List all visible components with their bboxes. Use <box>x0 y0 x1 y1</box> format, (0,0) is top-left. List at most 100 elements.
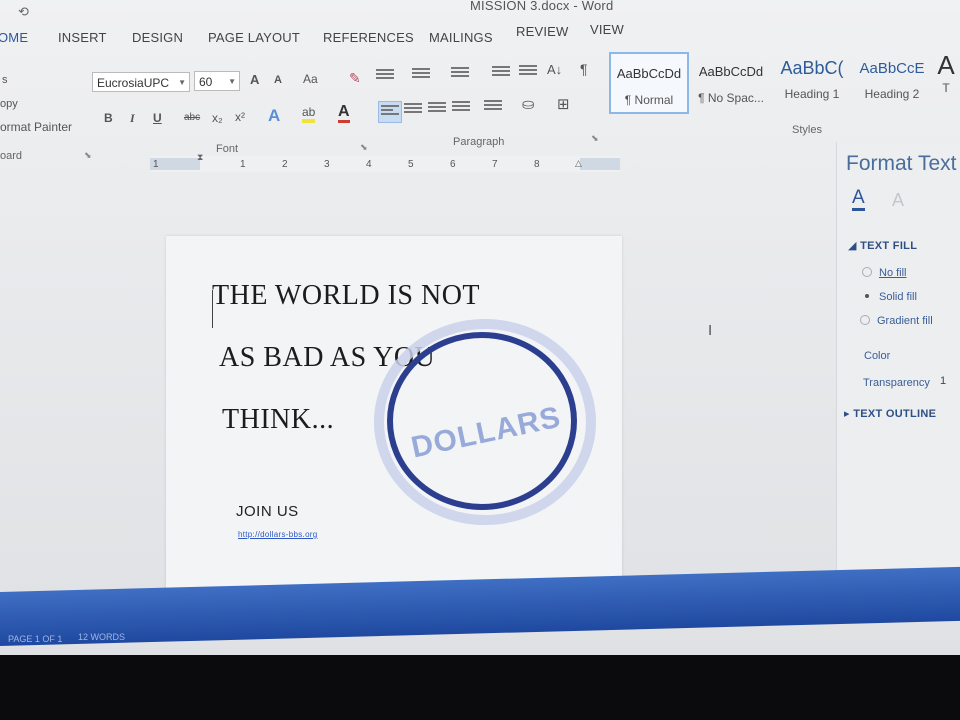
text-fill-section[interactable]: ◢ TEXT FILL <box>848 239 917 252</box>
radio-icon <box>862 267 872 277</box>
style-name: T <box>942 81 950 95</box>
text-fill-label: TEXT FILL <box>860 240 918 252</box>
text-outline-section[interactable]: ▸ TEXT OUTLINE <box>844 407 936 420</box>
style-name: Heading 1 <box>784 87 840 101</box>
tab-page-layout[interactable]: PAGE LAYOUT <box>208 30 300 45</box>
grow-font-button[interactable]: A <box>250 72 259 87</box>
ruler-number: 5 <box>408 159 414 170</box>
format-painter-button[interactable]: ormat Painter <box>0 120 72 134</box>
align-center-icon[interactable] <box>404 103 422 117</box>
indent-marker-icon[interactable]: ⧗ <box>197 152 203 163</box>
numbering-icon[interactable] <box>412 68 430 82</box>
undo-redo-icon[interactable]: ⟲ <box>18 4 29 20</box>
increase-indent-icon[interactable] <box>519 65 537 79</box>
text-effects-button[interactable]: A <box>268 106 280 126</box>
multilevel-list-icon[interactable] <box>451 67 469 81</box>
subscript-button[interactable]: x₂ <box>212 111 223 125</box>
decrease-indent-icon[interactable] <box>492 66 510 80</box>
tab-home[interactable]: OME <box>0 30 28 45</box>
copy-button[interactable]: opy <box>0 98 18 110</box>
style-name: ¶ Normal <box>624 93 674 107</box>
gradient-fill-option[interactable]: Gradient fill <box>860 315 933 327</box>
tab-mailings[interactable]: MAILINGS <box>429 30 493 45</box>
right-indent-marker-icon[interactable]: △ <box>575 158 582 169</box>
ruler-number: 8 <box>534 159 540 170</box>
ruler-number: 1 <box>240 159 246 170</box>
font-color-button[interactable]: A <box>338 103 350 123</box>
justify-icon[interactable] <box>452 101 470 115</box>
stamp-text: DOLLARS <box>408 401 564 465</box>
style-preview: AaBbC( <box>780 58 844 78</box>
style-no-spacing[interactable]: AaBbCcDd ¶ No Spac... <box>692 52 770 114</box>
borders-icon[interactable]: ⊞ <box>557 95 570 113</box>
expand-triangle-icon: ▸ <box>844 408 854 420</box>
style-preview: AaBbCcDd <box>698 64 764 79</box>
ruler-number: 3 <box>324 159 330 170</box>
ribbon-tabs: OME INSERT DESIGN PAGE LAYOUT REFERENCES… <box>0 20 960 48</box>
font-launcher-icon[interactable]: ⬊ <box>360 142 368 153</box>
style-heading-2[interactable]: AaBbCcE Heading 2 <box>854 52 930 114</box>
sort-button[interactable]: A↓ <box>547 62 562 77</box>
ruler-number: 7 <box>492 159 498 170</box>
tab-references[interactable]: REFERENCES <box>323 30 414 45</box>
change-case-button[interactable]: Aa <box>303 72 318 86</box>
tab-view[interactable]: VIEW <box>590 22 624 37</box>
title-bar: ⟲ MISSION 3.docx - Word <box>0 0 960 20</box>
horizontal-ruler[interactable]: 1 ⧗ 1 2 3 4 5 6 7 8 △ <box>150 152 620 172</box>
style-heading-1[interactable]: AaBbC( Heading 1 <box>774 52 850 114</box>
color-label: Color <box>864 350 891 362</box>
line-spacing-icon[interactable] <box>484 100 502 114</box>
tab-insert[interactable]: INSERT <box>58 30 107 45</box>
style-preview: A <box>937 50 955 80</box>
ruler-number: 1 <box>153 159 159 170</box>
style-title[interactable]: A T <box>932 50 960 114</box>
join-us-text[interactable]: JOIN US <box>236 503 299 520</box>
document-line-1[interactable]: THE WORLD IS NOT <box>212 280 480 312</box>
solid-fill-option[interactable]: Solid fill <box>862 291 917 303</box>
bold-button[interactable]: B <box>104 111 113 125</box>
chevron-down-icon: ▼ <box>178 78 186 87</box>
italic-button[interactable]: I <box>130 111 135 126</box>
transparency-value[interactable]: 1 <box>940 375 946 387</box>
align-left-icon[interactable] <box>378 101 402 123</box>
font-group-label: Font <box>216 143 239 155</box>
font-size-value: 60 <box>199 75 213 89</box>
shading-icon[interactable]: ⛀ <box>522 95 535 113</box>
font-name-value: EucrosiaUPC <box>97 76 170 90</box>
no-fill-option[interactable]: No fill <box>862 267 907 279</box>
paste-caret-icon[interactable]: s <box>2 74 8 86</box>
word-window: ⟲ MISSION 3.docx - Word OME INSERT DESIG… <box>0 0 960 655</box>
ruler-number: 6 <box>450 159 456 170</box>
document-line-3[interactable]: THINK... <box>222 404 334 436</box>
paragraph-group-label: Paragraph <box>453 136 505 148</box>
shrink-font-button[interactable]: A <box>274 74 282 86</box>
paragraph-launcher-icon[interactable]: ⬊ <box>591 133 599 144</box>
text-fill-outline-tab-icon[interactable]: A <box>852 188 865 211</box>
text-effects-tab-icon[interactable]: A <box>892 190 904 211</box>
clipboard-launcher-icon[interactable]: ⬊ <box>84 150 92 161</box>
dollars-stamp[interactable]: DOLLARS <box>372 318 598 528</box>
clear-formatting-icon[interactable]: ✎ <box>349 70 361 87</box>
tab-review[interactable]: REVIEW <box>516 24 568 39</box>
font-name-select[interactable]: EucrosiaUPC ▼ <box>92 72 190 92</box>
show-formatting-button[interactable]: ¶ <box>580 61 588 77</box>
tab-design[interactable]: DESIGN <box>132 30 183 45</box>
style-normal[interactable]: AaBbCcDd ¶ Normal <box>609 52 689 114</box>
font-size-select[interactable]: 60 ▼ <box>194 71 240 91</box>
word-count-status[interactable]: 12 WORDS <box>78 632 125 642</box>
text-outline-label: TEXT OUTLINE <box>853 408 937 420</box>
website-link[interactable]: http://dollars-bbs.org <box>238 530 318 539</box>
align-right-icon[interactable] <box>428 102 446 116</box>
bullets-icon[interactable] <box>376 69 394 83</box>
styles-group-label: Styles <box>792 124 822 136</box>
radio-icon <box>860 315 870 325</box>
style-preview: AaBbCcDd <box>616 66 682 81</box>
highlight-color-button[interactable]: ab <box>302 106 316 123</box>
chevron-down-icon: ▼ <box>228 77 236 86</box>
underline-button[interactable]: U <box>153 111 162 125</box>
superscript-button[interactable]: x² <box>235 110 245 124</box>
strikethrough-button[interactable]: abc <box>184 112 200 123</box>
collapse-triangle-icon: ◢ <box>848 240 861 252</box>
page-count-status[interactable]: PAGE 1 OF 1 <box>8 634 62 644</box>
status-bar <box>0 566 960 646</box>
